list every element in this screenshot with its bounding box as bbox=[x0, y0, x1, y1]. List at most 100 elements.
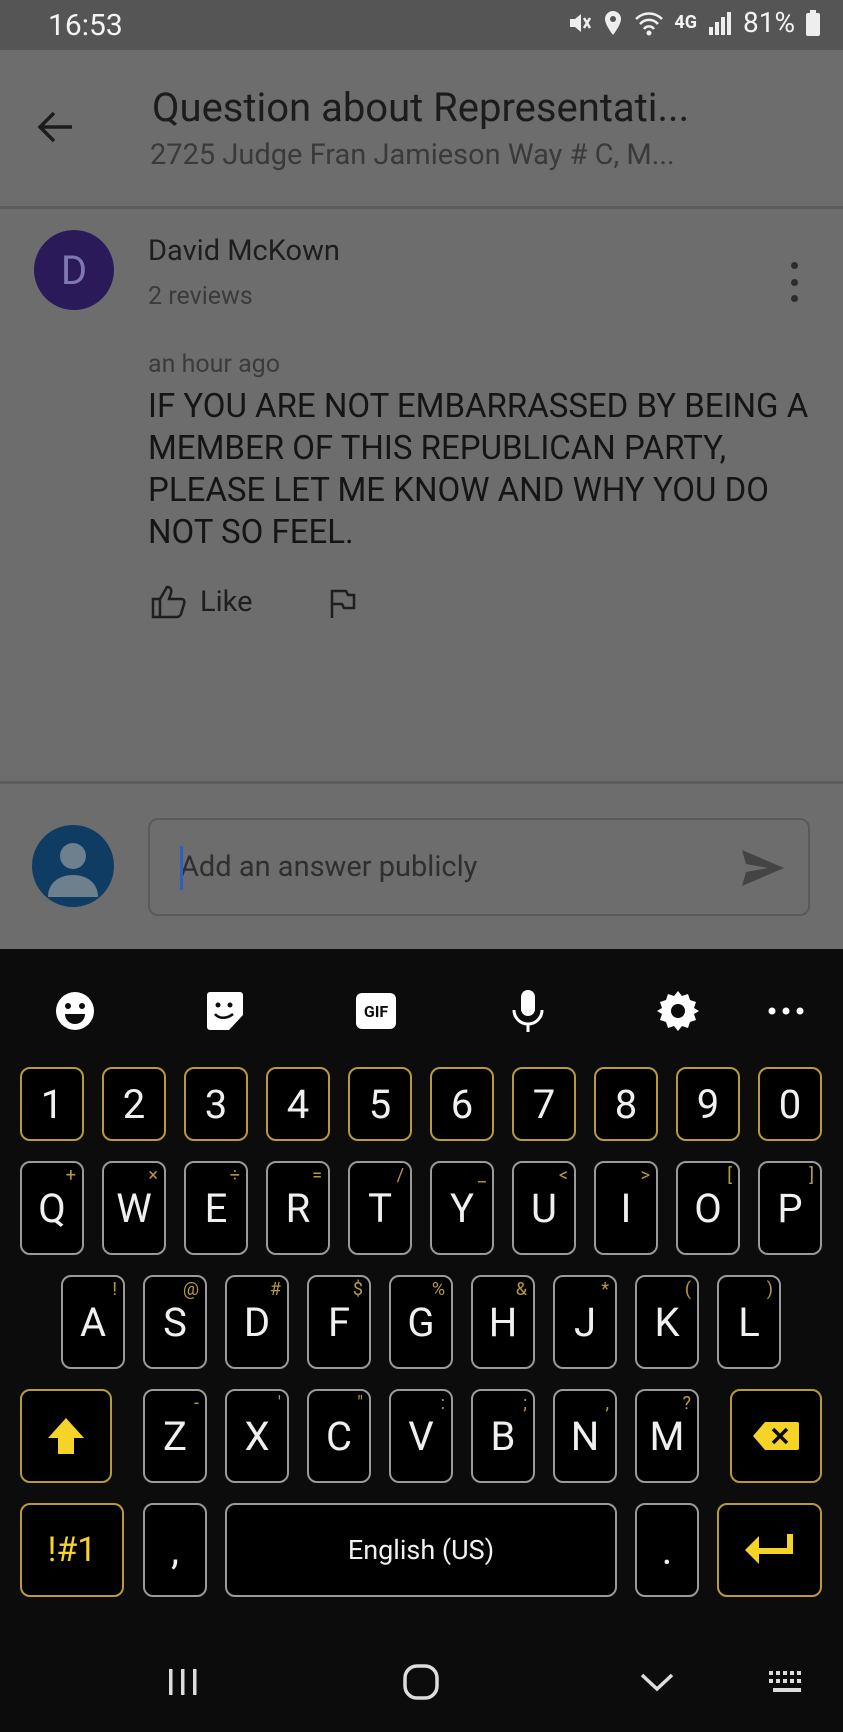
key-u[interactable]: < U bbox=[512, 1161, 576, 1255]
header-divider bbox=[0, 206, 843, 209]
hide-keyboard-button[interactable] bbox=[627, 1652, 687, 1712]
key-f[interactable]: $ F bbox=[307, 1275, 371, 1369]
key-o[interactable]: [O bbox=[676, 1161, 740, 1255]
enter-icon bbox=[744, 1534, 793, 1564]
key-1[interactable]: 1 bbox=[20, 1067, 84, 1141]
key-q[interactable]: + Q bbox=[20, 1161, 84, 1255]
key-w[interactable]: × W bbox=[102, 1161, 166, 1255]
key-y[interactable]: _ Y bbox=[430, 1161, 494, 1255]
chevron-down-icon bbox=[640, 1673, 674, 1692]
sticker-button[interactable] bbox=[197, 983, 253, 1039]
send-icon bbox=[742, 850, 784, 886]
answer-input[interactable] bbox=[180, 844, 700, 890]
enter-key[interactable] bbox=[717, 1503, 822, 1597]
comma-key[interactable]: , bbox=[143, 1503, 207, 1597]
home-icon bbox=[403, 1664, 439, 1700]
answer-field[interactable] bbox=[148, 818, 810, 916]
recent-apps-button[interactable] bbox=[153, 1652, 213, 1712]
key-6[interactable]: 6 bbox=[430, 1067, 494, 1141]
voice-input-button[interactable] bbox=[500, 983, 556, 1039]
author-reviews: 2 reviews bbox=[148, 282, 253, 311]
flag-icon bbox=[330, 589, 356, 618]
key-d[interactable]: # D bbox=[225, 1275, 289, 1369]
space-key[interactable]: English (US) bbox=[225, 1503, 617, 1597]
like-button[interactable]: Like bbox=[150, 584, 252, 620]
more-options-button[interactable] bbox=[782, 262, 806, 302]
user-avatar bbox=[32, 825, 114, 907]
keyboard-switch-button[interactable] bbox=[757, 1652, 817, 1712]
report-button[interactable] bbox=[328, 588, 356, 624]
emoji-button[interactable] bbox=[47, 983, 103, 1039]
key-k[interactable]: (K bbox=[635, 1275, 699, 1369]
key-3[interactable]: 3 bbox=[184, 1067, 248, 1141]
key-n[interactable]: ,N bbox=[553, 1389, 617, 1483]
more-icon bbox=[768, 1007, 804, 1015]
key-5[interactable]: 5 bbox=[348, 1067, 412, 1141]
arrow-left-icon bbox=[37, 111, 72, 143]
person-icon bbox=[48, 843, 98, 897]
key-s[interactable]: @ S bbox=[143, 1275, 207, 1369]
gif-button[interactable]: GIF bbox=[348, 983, 404, 1039]
key-i[interactable]: > I bbox=[594, 1161, 658, 1255]
key-b[interactable]: ; B bbox=[471, 1389, 535, 1483]
question-screen: Question about Representati... 2725 Judg… bbox=[0, 50, 843, 949]
period-key[interactable]: . bbox=[635, 1503, 699, 1597]
author-avatar[interactable]: D bbox=[34, 230, 114, 310]
key-p[interactable]: ] P bbox=[758, 1161, 822, 1255]
battery-percent: 81% bbox=[743, 6, 795, 39]
like-label: Like bbox=[200, 585, 253, 619]
key-a[interactable]: ! A bbox=[61, 1275, 125, 1369]
header: Question about Representati... 2725 Judg… bbox=[0, 50, 843, 208]
key-9[interactable]: 9 bbox=[676, 1067, 740, 1141]
status-time: 16:53 bbox=[48, 8, 123, 43]
keyboard-settings-button[interactable] bbox=[650, 983, 706, 1039]
key-l[interactable]: ) L bbox=[717, 1275, 781, 1369]
network-type: 4G bbox=[674, 12, 698, 33]
location-icon bbox=[605, 10, 622, 35]
key-j[interactable]: * J bbox=[553, 1275, 617, 1369]
gear-icon bbox=[657, 991, 699, 1031]
wifi-icon bbox=[635, 11, 664, 35]
key-8[interactable]: 8 bbox=[594, 1067, 658, 1141]
symbols-key[interactable]: !#1 bbox=[20, 1503, 124, 1597]
key-4[interactable]: 4 bbox=[266, 1067, 330, 1141]
shift-key[interactable] bbox=[20, 1389, 112, 1483]
thumbs-up-icon bbox=[151, 585, 186, 619]
keyboard: GIF 1 2 3 4 5 6 7 8 9 0 + Q × W ÷ E = R / T _… bbox=[0, 949, 843, 1732]
key-2[interactable]: 2 bbox=[102, 1067, 166, 1141]
mute-icon bbox=[570, 13, 592, 32]
key-c[interactable]: " C bbox=[307, 1389, 371, 1483]
shift-arrow-icon bbox=[48, 1418, 84, 1454]
send-button[interactable] bbox=[740, 848, 786, 892]
backspace-icon bbox=[753, 1422, 799, 1450]
gif-icon: GIF bbox=[356, 993, 396, 1029]
more-tools-button[interactable] bbox=[758, 983, 814, 1039]
key-0[interactable]: 0 bbox=[758, 1067, 822, 1141]
home-button[interactable] bbox=[391, 1652, 451, 1712]
key-z[interactable]: -Z bbox=[143, 1389, 207, 1483]
status-bar: 16:53 4G 81% bbox=[0, 0, 843, 50]
page-title: Question about Representati... bbox=[152, 84, 690, 131]
key-g[interactable]: % G bbox=[389, 1275, 453, 1369]
signal-icon bbox=[709, 11, 732, 35]
key-h[interactable]: & H bbox=[471, 1275, 535, 1369]
answer-divider bbox=[0, 781, 843, 784]
back-button[interactable] bbox=[34, 105, 78, 149]
key-r[interactable]: = R bbox=[266, 1161, 330, 1255]
question-text: IF YOU ARE NOT EMBARRASSED BY BEING A ME… bbox=[148, 387, 809, 552]
author-name[interactable]: David McKown bbox=[148, 234, 340, 268]
key-7[interactable]: 7 bbox=[512, 1067, 576, 1141]
page-subtitle: 2725 Judge Fran Jamieson Way # C, M... bbox=[150, 138, 675, 172]
status-icons: 4G 81% bbox=[564, 6, 821, 39]
key-e[interactable]: ÷ E bbox=[184, 1161, 248, 1255]
battery-icon bbox=[806, 9, 820, 36]
keyboard-icon bbox=[769, 1671, 801, 1692]
backspace-key[interactable] bbox=[730, 1389, 822, 1483]
sticker-icon bbox=[207, 992, 243, 1030]
recent-apps-icon bbox=[169, 1669, 197, 1695]
key-v[interactable]: :V bbox=[389, 1389, 453, 1483]
key-m[interactable]: ? M bbox=[635, 1389, 699, 1483]
key-x[interactable]: ' X bbox=[225, 1389, 289, 1483]
key-t[interactable]: / T bbox=[348, 1161, 412, 1255]
question-timestamp: an hour ago bbox=[148, 350, 280, 379]
